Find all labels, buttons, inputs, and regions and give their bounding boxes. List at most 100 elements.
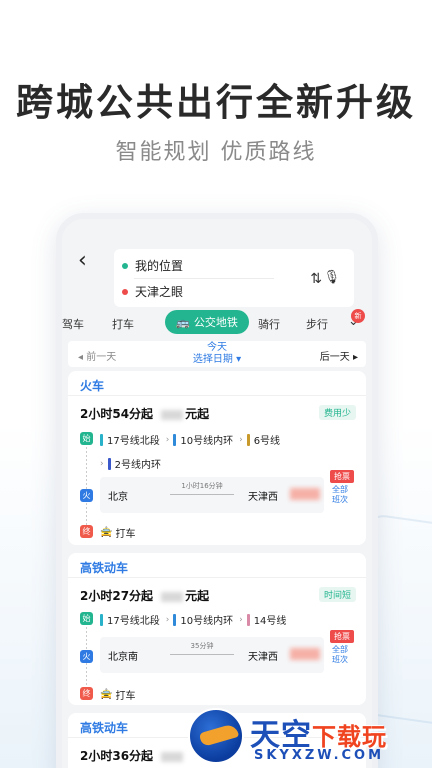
route-category: 高铁动车 [80,561,129,575]
chevron-right-icon: › [165,614,170,625]
line-color-bar [107,457,111,470]
metro-line: 14号线 [246,612,287,627]
chevron-right-icon: › [239,434,243,445]
taxi-label: 打车 [115,529,136,540]
line-name: 6号线 [253,436,281,447]
car-icon: 🚖 [100,689,113,700]
route-search-box[interactable]: 我的位置 天津之眼 ⇅ 🎙 [114,249,354,307]
route-tag: 费用少 [318,405,356,420]
destination-text: 天津之眼 [135,285,184,299]
tab-transit[interactable]: 🚌 公交地铁 [165,310,249,334]
line-name: 10号线内环 [180,436,234,447]
caret-down-icon: ▾ [236,354,242,365]
next-day-button[interactable]: 后一天 ▸ [320,348,358,363]
route-card[interactable]: 火车 2小时54分起 元起 费用少 始 17号线北段 › 10号线内环 › 6号线… [68,371,366,545]
taxi-segment[interactable]: 🚖 打车 [100,687,135,702]
logo-globe-icon [188,708,244,764]
chevron-right-icon: › [100,458,104,469]
line-color-bar [173,613,177,626]
line-color-bar [246,433,250,446]
ride-line [170,654,234,655]
line-name: 17号线北段 [107,436,160,447]
price-suffix: 元起 [185,407,210,421]
back-arrow-icon[interactable]: ‹ [78,249,102,273]
route-duration: 2小时27分起 元起 [80,587,209,604]
ride-line [170,494,234,495]
arrival-station: 天津西 [248,652,278,663]
route-category: 高铁动车 [80,721,129,735]
line-name: 14号线 [253,616,287,627]
route-card[interactable]: 高铁动车 2小时27分起 元起 时间短 始 17号线北段 › 10号线内环 › 1… [68,553,366,705]
destination-dot-icon [122,288,128,295]
train-segment[interactable]: 北京南 35分钟 天津西 [100,637,324,673]
tab-bike[interactable]: 骑行 [258,316,280,332]
end-marker: 终 [80,687,93,700]
duration-text: 2小时54分起 [80,407,154,421]
ticket-price-hidden [290,488,320,500]
promo-subline: 智能规划 优质路线 [115,140,317,165]
metro-line: 6号线 [246,432,281,447]
destination-field[interactable]: 天津之眼 [122,283,183,300]
taxi-segment[interactable]: 🚖 打车 [100,525,135,540]
metro-lines-cont: › 2号线内环 [100,456,167,471]
train-segment[interactable]: 北京 1小时16分钟 天津西 [100,477,324,513]
duration-text: 2小时36分起 [80,749,154,763]
departure-station: 北京 [108,492,128,503]
ride-time: 1小时16分钟 [181,482,223,490]
date-selector: ◂ 前一天 今天 选择日期 ▾ 后一天 ▸ [68,341,366,367]
origin-field[interactable]: 我的位置 [122,257,183,274]
metro-line: 2号线内环 [107,456,161,471]
logo-english-text: SKYXZW.COM [254,748,385,763]
mic-icon[interactable]: 🎙 [323,270,340,285]
route-category: 火车 [80,379,105,393]
tab-taxi[interactable]: 打车 [112,316,134,332]
all-trains-link[interactable]: 全部班次 [330,485,350,505]
logo-accent: 下载玩 [312,723,387,751]
all-trains-link[interactable]: 全部班次 [330,645,350,665]
next-day-label: 后一天 [319,352,350,363]
route-duration: 2小时54分起 元起 [80,405,209,422]
start-marker: 始 [80,612,93,625]
line-name: 2号线内环 [114,460,161,471]
field-divider [134,278,274,279]
line-color-bar [246,613,250,626]
arrival-station: 天津西 [248,492,278,503]
tab-drive[interactable]: 驾车 [62,316,84,332]
metro-lines: 17号线北段 › 10号线内环 › 14号线 [100,612,292,627]
chevron-right-icon: › [165,434,170,445]
price-hidden [161,409,184,420]
logo-plane-icon [198,723,240,747]
grab-ticket-badge[interactable]: 抢票 [330,630,354,643]
card-divider [68,395,366,396]
metro-lines: 17号线北段 › 10号线内环 › 6号线 [100,432,286,447]
promo-headline: 跨城公共出行全新升级 [16,81,416,124]
taxi-label: 打车 [115,691,136,702]
price-hidden [161,751,184,762]
start-marker: 始 [80,432,93,445]
watermark-logo: 天空下载玩 SKYXZW.COM [188,706,432,768]
line-color-bar [100,433,103,446]
price-hidden [161,591,184,602]
ticket-price-hidden [290,648,320,660]
card-divider [68,577,366,578]
app-screen: ‹ 我的位置 天津之眼 ⇅ 🎙 驾车 打车 🚌 公交地铁 骑行 步行 ⌄ [62,219,372,768]
line-name: 17号线北段 [107,616,160,627]
grab-ticket-badge[interactable]: 抢票 [330,470,354,483]
route-connector [86,447,87,525]
tab-transit-label: 公交地铁 [193,316,238,329]
line-name: 10号线内环 [180,616,234,627]
metro-line: 17号线北段 [100,432,160,447]
price-suffix: 元起 [185,589,210,603]
tab-walk[interactable]: 步行 [306,316,328,332]
swap-icon[interactable]: ⇅ [310,271,322,287]
metro-line: 10号线内环 [173,612,233,627]
ride-time: 35分钟 [190,642,214,650]
phone-frame: ‹ 我的位置 天津之眼 ⇅ 🎙 驾车 打车 🚌 公交地铁 骑行 步行 ⌄ [56,213,378,768]
train-icon: 火 [80,489,93,502]
departure-station: 北京南 [108,652,138,663]
origin-dot-icon [122,262,128,269]
origin-text: 我的位置 [135,259,184,273]
train-icon: 火 [80,650,93,663]
duration-text: 2小时27分起 [80,589,154,603]
metro-line: 17号线北段 [100,612,160,627]
